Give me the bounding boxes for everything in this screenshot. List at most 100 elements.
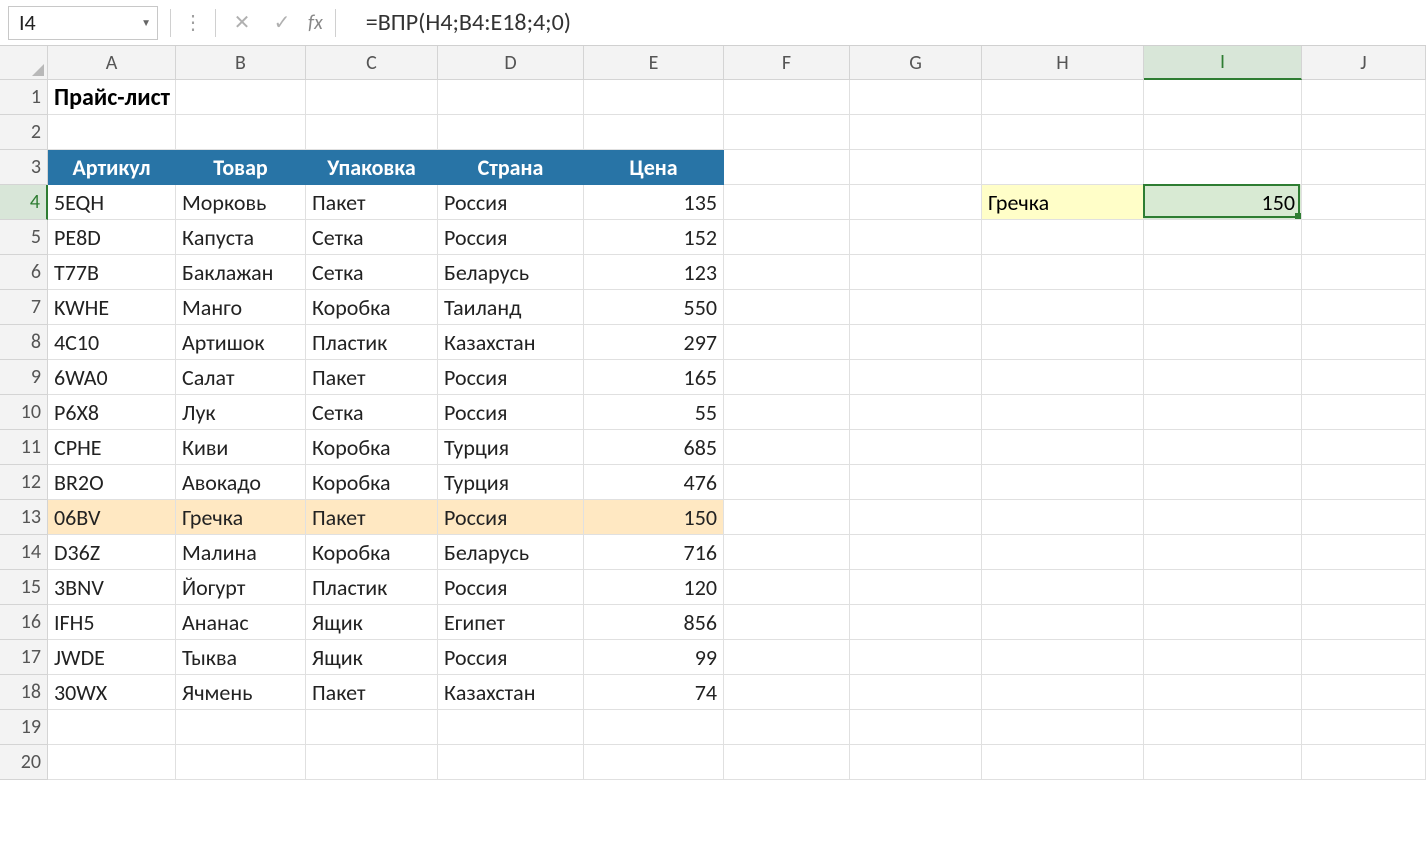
cell-E12[interactable]: 476 [584,465,724,500]
row-header-18[interactable]: 18 [0,675,48,710]
cell-D20[interactable] [438,745,584,780]
row-header-11[interactable]: 11 [0,430,48,465]
row-header-15[interactable]: 15 [0,570,48,605]
cell-G10[interactable] [850,395,982,430]
row-header-12[interactable]: 12 [0,465,48,500]
cell-C13[interactable]: Пакет [306,500,438,535]
cell-I5[interactable] [1144,220,1302,255]
row-header-1[interactable]: 1 [0,80,48,115]
cell-C5[interactable]: Сетка [306,220,438,255]
cell-C14[interactable]: Коробка [306,535,438,570]
cell-H3[interactable] [982,150,1144,185]
cell-J16[interactable] [1302,605,1426,640]
cell-A6[interactable]: T77B [48,255,176,290]
cell-F14[interactable] [724,535,850,570]
cell-C9[interactable]: Пакет [306,360,438,395]
cell-C1[interactable] [306,80,438,115]
cell-H11[interactable] [982,430,1144,465]
cell-D13[interactable]: Россия [438,500,584,535]
cell-F6[interactable] [724,255,850,290]
cell-E18[interactable]: 74 [584,675,724,710]
cell-H8[interactable] [982,325,1144,360]
row-header-2[interactable]: 2 [0,115,48,150]
cell-E8[interactable]: 297 [584,325,724,360]
cell-F15[interactable] [724,570,850,605]
row-header-13[interactable]: 13 [0,500,48,535]
cell-E13[interactable]: 150 [584,500,724,535]
cell-I4[interactable]: 150 [1144,185,1302,220]
cell-I18[interactable] [1144,675,1302,710]
cell-B9[interactable]: Салат [176,360,306,395]
cell-G3[interactable] [850,150,982,185]
cell-G11[interactable] [850,430,982,465]
cell-F17[interactable] [724,640,850,675]
cell-E6[interactable]: 123 [584,255,724,290]
cell-J15[interactable] [1302,570,1426,605]
cell-D16[interactable]: Египет [438,605,584,640]
cell-B11[interactable]: Киви [176,430,306,465]
cell-C8[interactable]: Пластик [306,325,438,360]
cell-H7[interactable] [982,290,1144,325]
cell-G19[interactable] [850,710,982,745]
cell-H16[interactable] [982,605,1144,640]
cell-D14[interactable]: Беларусь [438,535,584,570]
cell-D12[interactable]: Турция [438,465,584,500]
cell-C15[interactable]: Пластик [306,570,438,605]
cell-C18[interactable]: Пакет [306,675,438,710]
cell-E3[interactable]: Цена [584,150,724,185]
cell-I17[interactable] [1144,640,1302,675]
cell-B3[interactable]: Товар [176,150,306,185]
cell-A11[interactable]: CPHE [48,430,176,465]
cell-A20[interactable] [48,745,176,780]
cell-J17[interactable] [1302,640,1426,675]
cell-G4[interactable] [850,185,982,220]
cell-I1[interactable] [1144,80,1302,115]
row-header-6[interactable]: 6 [0,255,48,290]
cell-G12[interactable] [850,465,982,500]
cell-F13[interactable] [724,500,850,535]
cell-G13[interactable] [850,500,982,535]
cell-J18[interactable] [1302,675,1426,710]
cell-I11[interactable] [1144,430,1302,465]
cell-J12[interactable] [1302,465,1426,500]
enter-icon[interactable]: ✓ [268,9,296,37]
cell-J19[interactable] [1302,710,1426,745]
cell-B17[interactable]: Тыква [176,640,306,675]
cell-B18[interactable]: Ячмень [176,675,306,710]
cell-C6[interactable]: Сетка [306,255,438,290]
cell-A2[interactable] [48,115,176,150]
row-header-8[interactable]: 8 [0,325,48,360]
cell-C17[interactable]: Ящик [306,640,438,675]
column-header-I[interactable]: I [1144,46,1302,80]
cell-D11[interactable]: Турция [438,430,584,465]
cell-G1[interactable] [850,80,982,115]
cell-D5[interactable]: Россия [438,220,584,255]
cell-H17[interactable] [982,640,1144,675]
expand-icon[interactable]: ⋮ [183,10,203,35]
row-header-4[interactable]: 4 [0,185,48,220]
cell-F11[interactable] [724,430,850,465]
cell-F19[interactable] [724,710,850,745]
cell-H2[interactable] [982,115,1144,150]
cell-H4[interactable]: Гречка [982,185,1144,220]
cell-E19[interactable] [584,710,724,745]
cell-A14[interactable]: D36Z [48,535,176,570]
cell-H12[interactable] [982,465,1144,500]
row-header-3[interactable]: 3 [0,150,48,185]
cell-C3[interactable]: Упаковка [306,150,438,185]
cell-C19[interactable] [306,710,438,745]
column-header-G[interactable]: G [850,46,982,80]
cell-D8[interactable]: Казахстан [438,325,584,360]
cell-J6[interactable] [1302,255,1426,290]
cell-J20[interactable] [1302,745,1426,780]
cell-H10[interactable] [982,395,1144,430]
cell-E20[interactable] [584,745,724,780]
cell-I13[interactable] [1144,500,1302,535]
row-header-5[interactable]: 5 [0,220,48,255]
cell-B5[interactable]: Капуста [176,220,306,255]
cell-F20[interactable] [724,745,850,780]
name-box[interactable]: I4 ▼ [8,6,158,40]
cell-E10[interactable]: 55 [584,395,724,430]
cell-H9[interactable] [982,360,1144,395]
cell-D17[interactable]: Россия [438,640,584,675]
